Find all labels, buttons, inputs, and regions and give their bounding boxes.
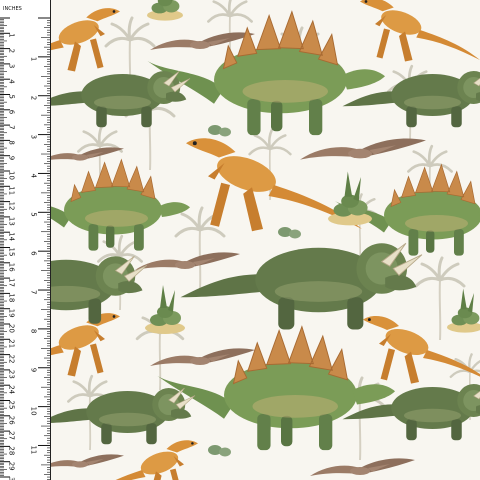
ruler-inch-label: 8 xyxy=(30,329,38,333)
ruler-cm-label: 9 xyxy=(8,156,16,160)
ruler-cm-label: 8 xyxy=(8,140,16,144)
ruler-cm-label: 18 xyxy=(8,293,16,302)
ruler-cm-label: 4 xyxy=(8,79,16,84)
ruler-cm-label: 26 xyxy=(8,416,16,425)
ruler-unit-label: INCHES xyxy=(3,6,22,12)
ruler-cm-label: 22 xyxy=(8,355,16,364)
ruler-cm-label: 21 xyxy=(8,339,16,348)
ruler: INCHES 1 2 3 4 5 6 7 8 9 10 11 12 13 14 15 16 17 18 19 20 21… xyxy=(0,0,51,480)
ruler-cm-label: 16 xyxy=(8,263,16,272)
ruler-inch-label: 5 xyxy=(30,212,38,216)
ruler-cm-label: 23 xyxy=(8,370,16,379)
ruler-inch-label: 10 xyxy=(30,407,38,416)
ruler-cm-label: 5 xyxy=(8,95,16,99)
ruler-cm-label: 14 xyxy=(8,232,16,241)
ruler-inch-label: 9 xyxy=(30,368,38,372)
ruler-cm-label: 25 xyxy=(8,401,16,410)
dinosaur-pattern xyxy=(0,0,480,480)
ruler-cm-label: 15 xyxy=(8,248,16,257)
ruler-inch-label: 4 xyxy=(30,173,38,178)
ruler-cm-label: 1 xyxy=(8,33,16,37)
ruler-cm-label: 19 xyxy=(8,309,16,318)
ruler-cm-label: 11 xyxy=(8,186,16,195)
ruler-cm-label: 7 xyxy=(7,125,15,129)
fabric-preview: INCHES 1 2 3 4 5 6 7 8 9 10 11 12 13 14 15 16 17 18 19 20 21… xyxy=(0,0,480,480)
ruler-cm-label: 10 xyxy=(8,171,16,180)
ruler-cm-label: 27 xyxy=(8,431,16,440)
ruler-cm-label: 3 xyxy=(8,64,16,68)
pterosaur xyxy=(150,32,255,50)
ruler-cm-label: 6 xyxy=(8,110,16,115)
ruler-cm-label: 28 xyxy=(8,446,16,455)
ruler-cm-label: 13 xyxy=(8,217,16,226)
ruler-inch-label: 6 xyxy=(30,251,38,256)
ruler-cm-label: 20 xyxy=(8,324,16,333)
ruler-cm-label: 2 xyxy=(8,49,16,53)
ruler-cm-label: 12 xyxy=(8,202,16,211)
ruler-cm-label: 24 xyxy=(8,385,16,394)
ruler-cm-label: 29 xyxy=(8,462,16,471)
ruler-cm-label: 17 xyxy=(8,278,16,287)
ruler-inch-label: 7 xyxy=(30,290,38,294)
ruler-inch-label: 1 xyxy=(30,57,38,61)
ruler-inch-label: 11 xyxy=(30,445,38,454)
ruler-inch-label: 2 xyxy=(30,96,38,100)
ruler-inch-label: 3 xyxy=(30,135,38,139)
